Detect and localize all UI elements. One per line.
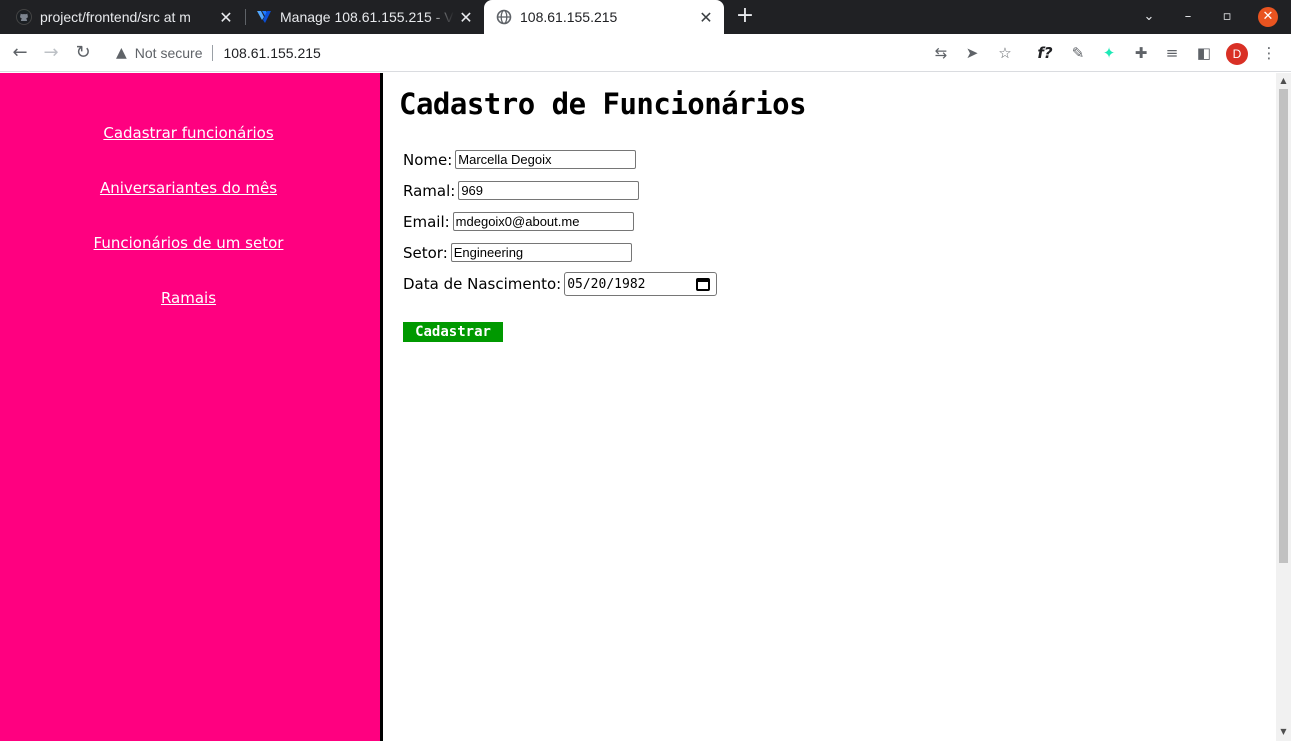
nome-label: Nome: [403,150,453,169]
side-panel-icon[interactable]: ◧ [1191,40,1217,66]
window-close-icon[interactable]: ✕ [1258,7,1278,27]
scroll-up-arrow-icon[interactable]: ▲ [1276,74,1291,88]
browser-toolbar: ← → ↻ ▲ Not secure 108.61.155.215 ⇆ ➤ ☆ … [0,34,1291,72]
tab-title: project/frontend/src at m [40,9,191,25]
sidebar-link-setor[interactable]: Funcionários de um setor [0,234,377,252]
setor-input[interactable] [450,243,632,262]
birthdate-input[interactable]: 05/20/1982 [564,272,718,296]
extensions-puzzle-icon[interactable]: ✚ [1128,40,1154,66]
tab-separator [245,9,246,25]
calendar-icon[interactable] [696,277,711,291]
omnibox-divider [212,45,214,61]
translate-icon[interactable]: ⇆ [928,40,954,66]
forward-arrow-icon[interactable]: → [38,40,64,66]
tab-vultr[interactable]: Manage 108.61.155.215 - V ✕ [252,0,482,34]
ramal-input[interactable] [458,181,640,200]
vertical-scrollbar[interactable]: ▲ ▼ [1276,73,1291,741]
form-row-nome: Nome: [403,150,637,169]
bookmark-star-icon[interactable]: ☆ [992,40,1018,66]
profile-avatar[interactable]: D [1226,43,1248,65]
tab-github[interactable]: project/frontend/src at m ✕ [12,0,242,34]
tab-active-site[interactable]: 108.61.155.215 ✕ [484,0,724,34]
form-row-ramal: Ramal: [403,181,640,200]
ramal-label: Ramal: [403,181,456,200]
menu-kebab-icon[interactable]: ⋮ [1256,40,1282,66]
email-input[interactable] [452,212,634,231]
tab-close-icon[interactable]: ✕ [458,8,474,27]
scroll-down-arrow-icon[interactable]: ▼ [1276,725,1291,739]
birthdate-value: 05/20/1982 [567,276,646,292]
github-icon [16,9,32,25]
url-text[interactable]: 108.61.155.215 [223,45,320,61]
reload-icon[interactable]: ↻ [70,40,96,66]
sidebar-nav: Cadastrar funcionários Aniversariantes d… [0,73,380,741]
form-row-setor: Setor: [403,243,632,262]
security-status[interactable]: Not secure [135,45,203,61]
back-arrow-icon[interactable]: ← [7,40,33,66]
warning-triangle-icon[interactable]: ▲ [116,45,127,61]
eyedropper-icon[interactable]: ✎ [1065,40,1091,66]
cadastrar-button[interactable]: Cadastrar [403,322,503,342]
browser-tab-bar: project/frontend/src at m ✕ Manage 108.6… [0,0,1291,34]
hummingbird-extension-icon[interactable]: ✦ [1096,40,1122,66]
address-bar[interactable]: ▲ Not secure 108.61.155.215 [106,38,1024,68]
send-icon[interactable]: ➤ [959,40,985,66]
tab-search-icon[interactable]: ⌄ [1134,0,1164,34]
restore-icon[interactable]: ▫ [1212,0,1242,34]
form-row-nascimento: Data de Nascimento: 05/20/1982 [403,272,718,296]
main-content: Cadastro de Funcionários Nome: Ramal: Em… [383,73,1276,741]
vultr-icon [256,9,272,25]
sidebar-link-ramais[interactable]: Ramais [0,289,377,307]
form-row-email: Email: [403,212,634,231]
page-viewport: Cadastrar funcionários Aniversariantes d… [0,73,1291,741]
tab-close-icon[interactable]: ✕ [698,8,714,27]
tab-close-icon[interactable]: ✕ [218,8,234,27]
setor-label: Setor: [403,243,448,262]
sidebar-link-cadastrar[interactable]: Cadastrar funcionários [0,124,377,142]
tab-title: Manage 108.61.155.215 - V [280,9,454,25]
nascimento-label: Data de Nascimento: [403,275,562,293]
tab-title: 108.61.155.215 [520,9,618,25]
media-queue-icon[interactable]: ≡ [1159,40,1185,66]
globe-icon [496,9,512,25]
font-extension-icon[interactable]: f? [1032,40,1058,66]
minimize-icon[interactable]: – [1173,0,1203,34]
sidebar-link-aniversariantes[interactable]: Aniversariantes do mês [0,179,377,197]
new-tab-button[interactable]: + [734,0,756,34]
scroll-thumb[interactable] [1279,89,1288,563]
page-title: Cadastro de Funcionários [399,87,807,121]
email-label: Email: [403,212,450,231]
nome-input[interactable] [455,150,637,169]
